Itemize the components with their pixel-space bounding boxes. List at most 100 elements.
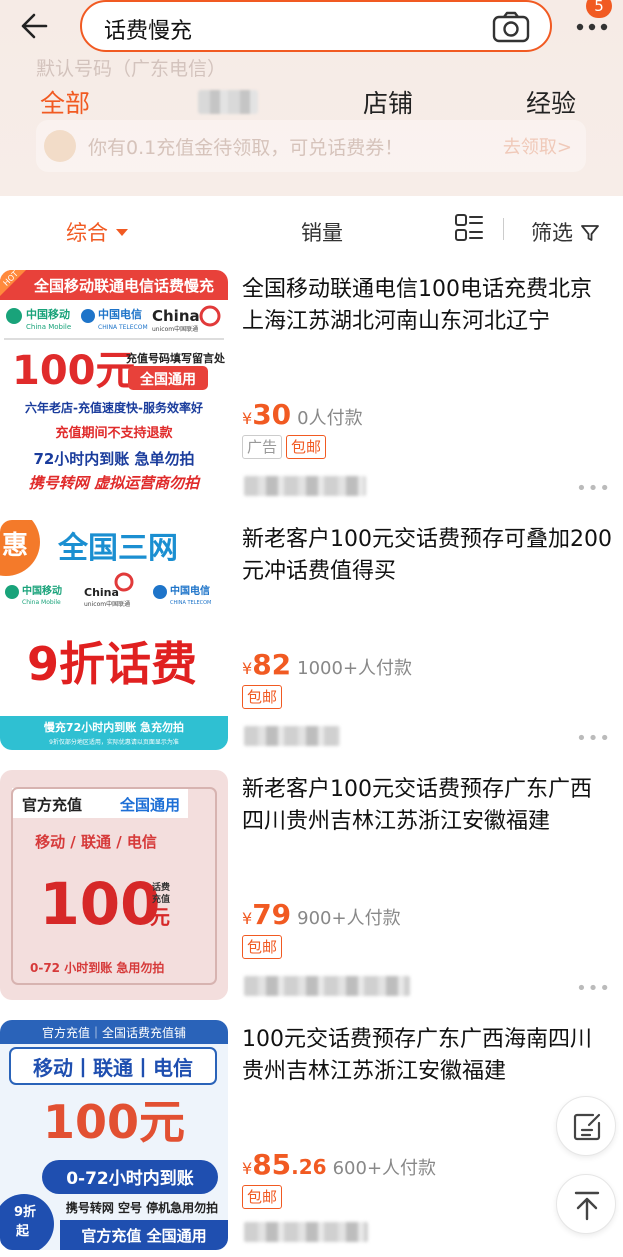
product-thumbnail[interactable]: 官方充值 全国通用 移动 / 联通 / 电信 100 话费 充值 元 0-72 … xyxy=(0,770,228,1000)
svg-text:元: 元 xyxy=(150,905,170,929)
price-integer: 30 xyxy=(252,398,292,431)
svg-text:六年老店-充值速度快-服务效率好: 六年老店-充值速度快-服务效率好 xyxy=(25,400,203,415)
product-title[interactable]: 全国移动联通电信100电话充费北京上海江苏湖北河南山东河北辽宁 xyxy=(242,274,612,338)
svg-text:China Mobile: China Mobile xyxy=(22,599,61,606)
svg-text:0-72 小时到账 急用勿拍: 0-72 小时到账 急用勿拍 xyxy=(30,960,164,975)
feedback-button[interactable] xyxy=(556,1096,616,1156)
filter-label: 筛选 xyxy=(531,221,573,245)
svg-text:惠: 惠 xyxy=(2,531,28,561)
tab-experience[interactable]: 经验 xyxy=(526,84,576,120)
tab-shop[interactable]: 店铺 xyxy=(363,84,413,120)
svg-text:CHINA TELECOM: CHINA TELECOM xyxy=(98,324,148,331)
shop-name-redacted[interactable] xyxy=(244,1222,368,1242)
more-options-icon[interactable]: ••• xyxy=(576,478,611,499)
svg-text:0-72小时内到账: 0-72小时内到账 xyxy=(66,1168,194,1189)
price-row: ¥82 1000+人付款 xyxy=(242,648,412,684)
price-integer: 79 xyxy=(252,898,292,931)
search-box[interactable]: 话费慢充 xyxy=(80,0,552,52)
currency-symbol: ¥ xyxy=(242,1159,253,1178)
product-thumbnail[interactable]: 官方充值｜全国话费充值铺 移动丨联通丨电信 100元 0-72小时内到账 携号转… xyxy=(0,1020,228,1250)
svg-text:China Mobile: China Mobile xyxy=(26,323,71,331)
svg-text:移动丨联通丨电信: 移动丨联通丨电信 xyxy=(33,1056,193,1080)
svg-text:官方充值｜全国话费充值铺: 官方充值｜全国话费充值铺 xyxy=(42,1025,186,1040)
search-input[interactable]: 话费慢充 xyxy=(104,13,192,45)
price-integer: 82 xyxy=(252,648,292,681)
free-shipping-tag: 包邮 xyxy=(242,685,283,709)
coin-icon xyxy=(44,130,76,162)
svg-text:中国移动: 中国移动 xyxy=(26,307,70,321)
shop-name-redacted[interactable] xyxy=(244,976,410,996)
back-arrow-icon xyxy=(21,13,48,39)
shop-name-redacted[interactable] xyxy=(244,726,340,746)
sort-default-button[interactable]: 综合 xyxy=(66,217,128,247)
svg-text:China: China xyxy=(152,307,200,325)
currency-symbol: ¥ xyxy=(242,659,253,678)
free-shipping-tag: 包邮 xyxy=(242,935,283,959)
svg-text:72小时内到账 急单勿拍: 72小时内到账 急单勿拍 xyxy=(33,450,194,468)
sales-count: 1000+人付款 xyxy=(297,658,413,679)
more-options-icon[interactable]: ••• xyxy=(576,978,611,999)
svg-text:携号转网 虚拟运营商勿拍: 携号转网 虚拟运营商勿拍 xyxy=(29,474,201,492)
product-tags: 包邮 xyxy=(242,1185,286,1211)
product-card[interactable]: 官方充值 全国通用 移动 / 联通 / 电信 100 话费 充值 元 0-72 … xyxy=(0,770,623,1020)
product-card[interactable]: 官方充值｜全国话费充值铺 移动丨联通丨电信 100元 0-72小时内到账 携号转… xyxy=(0,1020,623,1257)
svg-text:携号转网 空号 停机急用勿拍: 携号转网 空号 停机急用勿拍 xyxy=(66,1200,218,1215)
product-title[interactable]: 新老客户100元交话费预存广东广西四川贵州吉林江苏浙江安徽福建 xyxy=(242,774,612,838)
filter-button[interactable]: 筛选 xyxy=(531,217,600,247)
svg-text:全国通用: 全国通用 xyxy=(139,371,196,388)
back-to-top-button[interactable] xyxy=(556,1174,616,1234)
svg-text:100元: 100元 xyxy=(12,348,136,394)
more-options-icon[interactable]: ••• xyxy=(576,728,611,749)
svg-text:充值期间不支持退款: 充值期间不支持退款 xyxy=(55,425,173,441)
svg-text:官方充值 全国通用: 官方充值 全国通用 xyxy=(81,1227,206,1245)
product-tags: 广告 包邮 xyxy=(242,435,330,461)
svg-text:9折: 9折 xyxy=(14,1204,36,1220)
sort-sales-button[interactable]: 销量 xyxy=(301,217,343,247)
svg-text:中国移动: 中国移动 xyxy=(22,584,62,597)
sales-count: 600+人付款 xyxy=(332,1158,437,1179)
filter-divider xyxy=(503,218,504,240)
svg-text:9折话费: 9折话费 xyxy=(27,637,197,691)
product-thumbnail[interactable]: 惠 全国三网 中国移动 China Mobile China unicom中国联… xyxy=(0,520,228,750)
svg-text:充值: 充值 xyxy=(152,893,170,905)
svg-text:中国电信: 中国电信 xyxy=(98,307,142,321)
svg-text:9折仅部分地区适用，实际优惠请以页面显示为准: 9折仅部分地区适用，实际优惠请以页面显示为准 xyxy=(49,738,179,746)
currency-symbol: ¥ xyxy=(242,909,253,928)
recharge-banner-text: 你有0.1充值金待领取，可兑话费券！ xyxy=(88,137,404,159)
header: 默认号码（广东电信） 你有0.1充值金待领取，可兑话费券！ 去领取> 话费慢充 … xyxy=(0,0,623,196)
product-tags: 包邮 xyxy=(242,685,286,711)
svg-text:China: China xyxy=(84,586,119,599)
svg-text:CHINA TELECOM: CHINA TELECOM xyxy=(170,600,211,606)
price-decimal: .26 xyxy=(291,1155,327,1179)
shop-name-redacted[interactable] xyxy=(244,476,366,496)
funnel-icon xyxy=(580,225,599,241)
caret-down-icon xyxy=(116,228,128,236)
product-title[interactable]: 新老客户100元交话费预存可叠加200元冲话费值得买 xyxy=(242,524,612,588)
filter-bar: 综合 销量 筛选 xyxy=(0,196,623,264)
free-shipping-tag: 包邮 xyxy=(286,435,327,459)
layout-toggle-icon[interactable] xyxy=(454,213,484,243)
svg-text:unicom中国联通: unicom中国联通 xyxy=(152,325,198,333)
svg-text:unicom中国联通: unicom中国联通 xyxy=(84,600,130,608)
product-card[interactable]: 全国移动联通电信话费慢充 HOT 中国移动 China Mobile 中国电信 … xyxy=(0,270,623,520)
product-tags: 包邮 xyxy=(242,935,286,961)
svg-text:全国通用: 全国通用 xyxy=(119,796,180,814)
svg-text:充值号码填写留言处: 充值号码填写留言处 xyxy=(126,351,226,365)
tab-redacted[interactable] xyxy=(198,90,258,114)
svg-text:移动 / 联通 / 电信: 移动 / 联通 / 电信 xyxy=(35,833,157,851)
recharge-banner-link[interactable]: 去领取> xyxy=(503,133,572,159)
tab-all[interactable]: 全部 xyxy=(40,84,90,120)
camera-icon[interactable] xyxy=(492,11,530,43)
svg-text:官方充值: 官方充值 xyxy=(22,796,82,814)
price-integer: 85 xyxy=(252,1148,292,1181)
top-tabs: 全部 店铺 经验 xyxy=(0,84,623,128)
product-title[interactable]: 100元交话费预存广东广西海南四川贵州吉林江苏浙江安徽福建 xyxy=(242,1024,612,1088)
back-button[interactable] xyxy=(14,6,54,46)
product-card[interactable]: 惠 全国三网 中国移动 China Mobile China unicom中国联… xyxy=(0,520,623,770)
svg-text:100: 100 xyxy=(39,870,160,938)
product-thumbnail[interactable]: 全国移动联通电信话费慢充 HOT 中国移动 China Mobile 中国电信 … xyxy=(0,270,228,500)
arrow-up-icon xyxy=(574,1191,600,1221)
svg-text:话费: 话费 xyxy=(152,881,170,893)
ad-tag: 广告 xyxy=(242,435,283,459)
currency-symbol: ¥ xyxy=(242,409,253,428)
